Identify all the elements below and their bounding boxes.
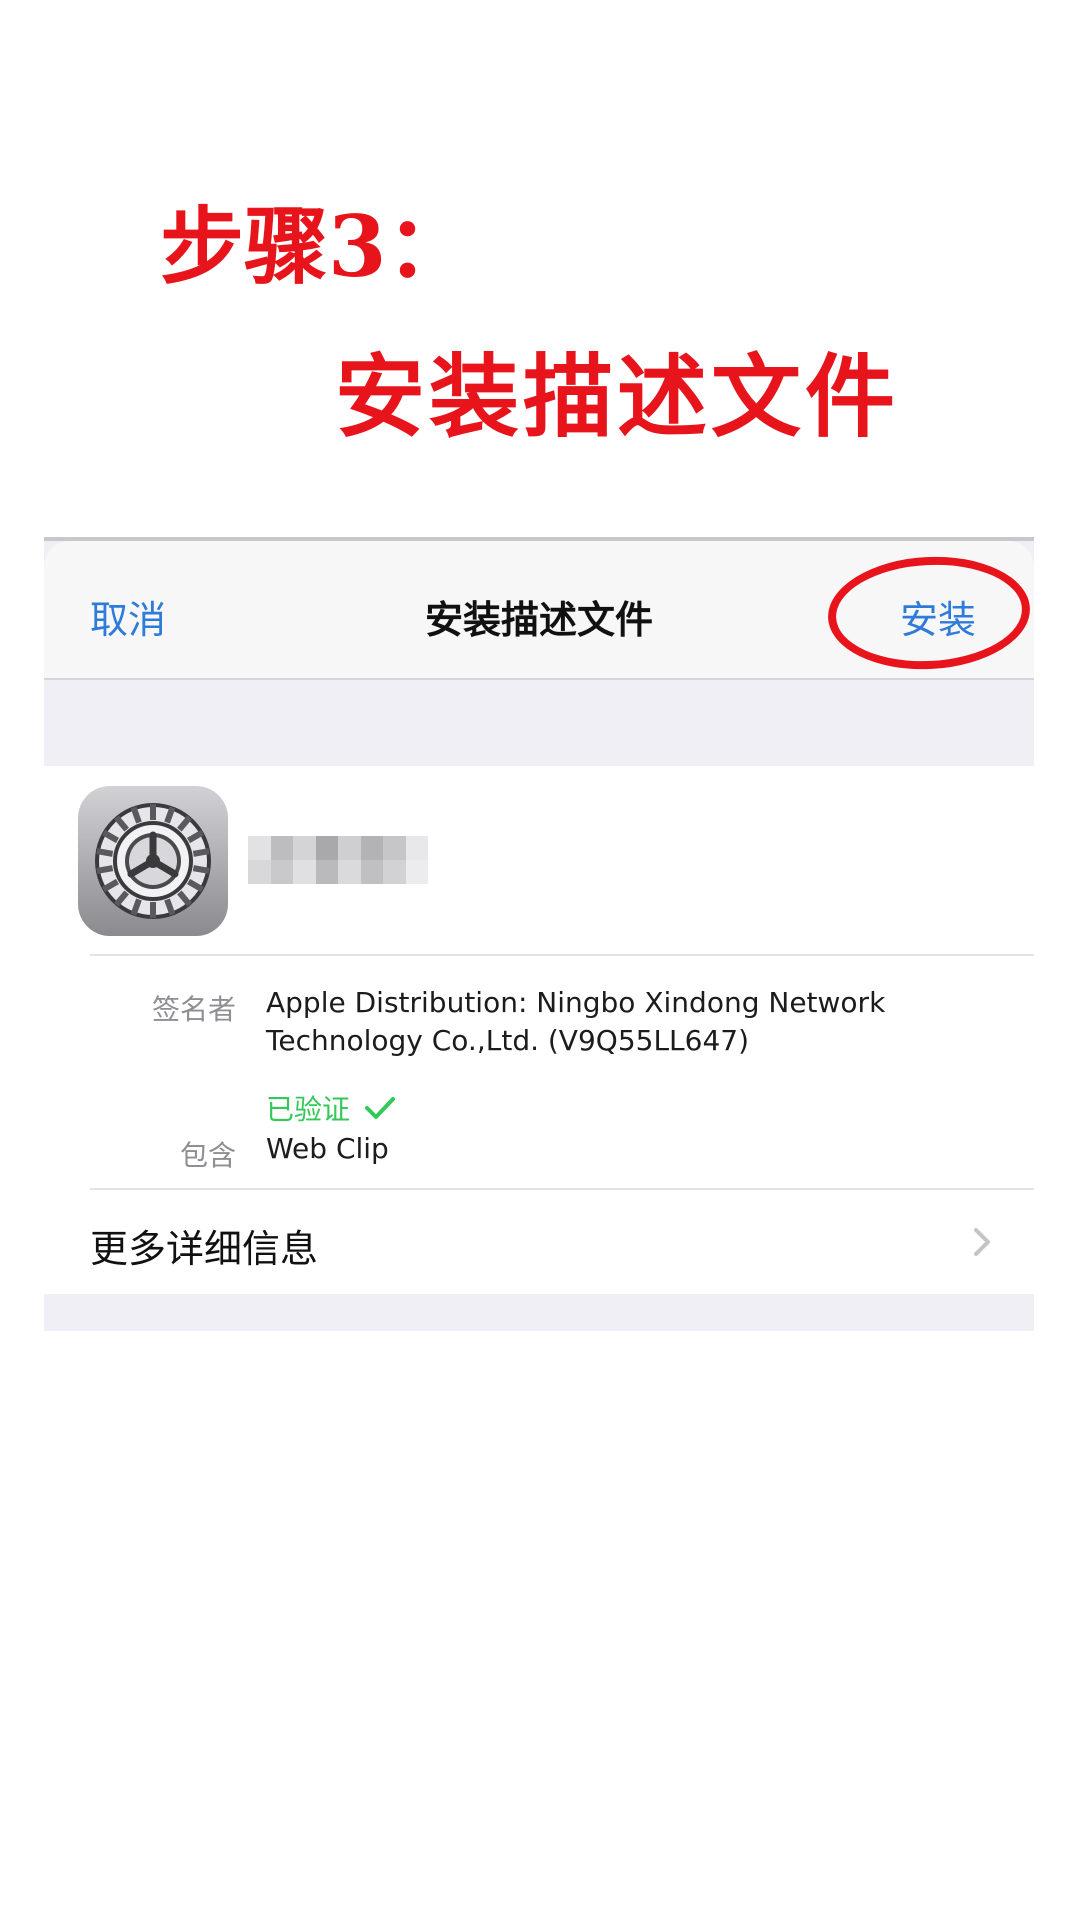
signer-value-line1: Apple Distribution: Ningbo Xindong Netwo… xyxy=(266,986,886,1019)
navigation-bar: 取消 安装描述文件 安装 xyxy=(44,541,1034,680)
divider xyxy=(90,954,1034,956)
profile-card: 签名者 Apple Distribution: Ningbo Xindong N… xyxy=(44,766,1034,1294)
verified-status: 已验证 xyxy=(266,1088,396,1128)
checkmark-icon xyxy=(365,1097,396,1119)
step-title: 步骤3： xyxy=(160,197,471,296)
settings-gear-icon xyxy=(78,786,228,936)
step-subtitle: 安装描述文件 xyxy=(335,344,899,450)
signer-value-line2: Technology Co.,Ltd. (V9Q55LL647) xyxy=(266,1024,750,1057)
verified-label: 已验证 xyxy=(266,1093,351,1126)
cancel-button[interactable]: 取消 xyxy=(90,589,166,644)
highlight-circle-annotation xyxy=(825,551,1033,675)
more-details-row[interactable]: 更多详细信息 xyxy=(44,1190,1034,1294)
signer-label: 签名者 xyxy=(151,993,236,1026)
contains-value: Web Clip xyxy=(266,1132,389,1165)
chevron-right-icon xyxy=(974,1228,990,1256)
more-details-label: 更多详细信息 xyxy=(90,1227,319,1271)
profile-name-redacted xyxy=(248,836,428,884)
screenshot-panel: 取消 安装描述文件 安装 签名者 Apple Distribution: Nin… xyxy=(44,537,1034,1331)
contains-label: 包含 xyxy=(179,1139,236,1172)
